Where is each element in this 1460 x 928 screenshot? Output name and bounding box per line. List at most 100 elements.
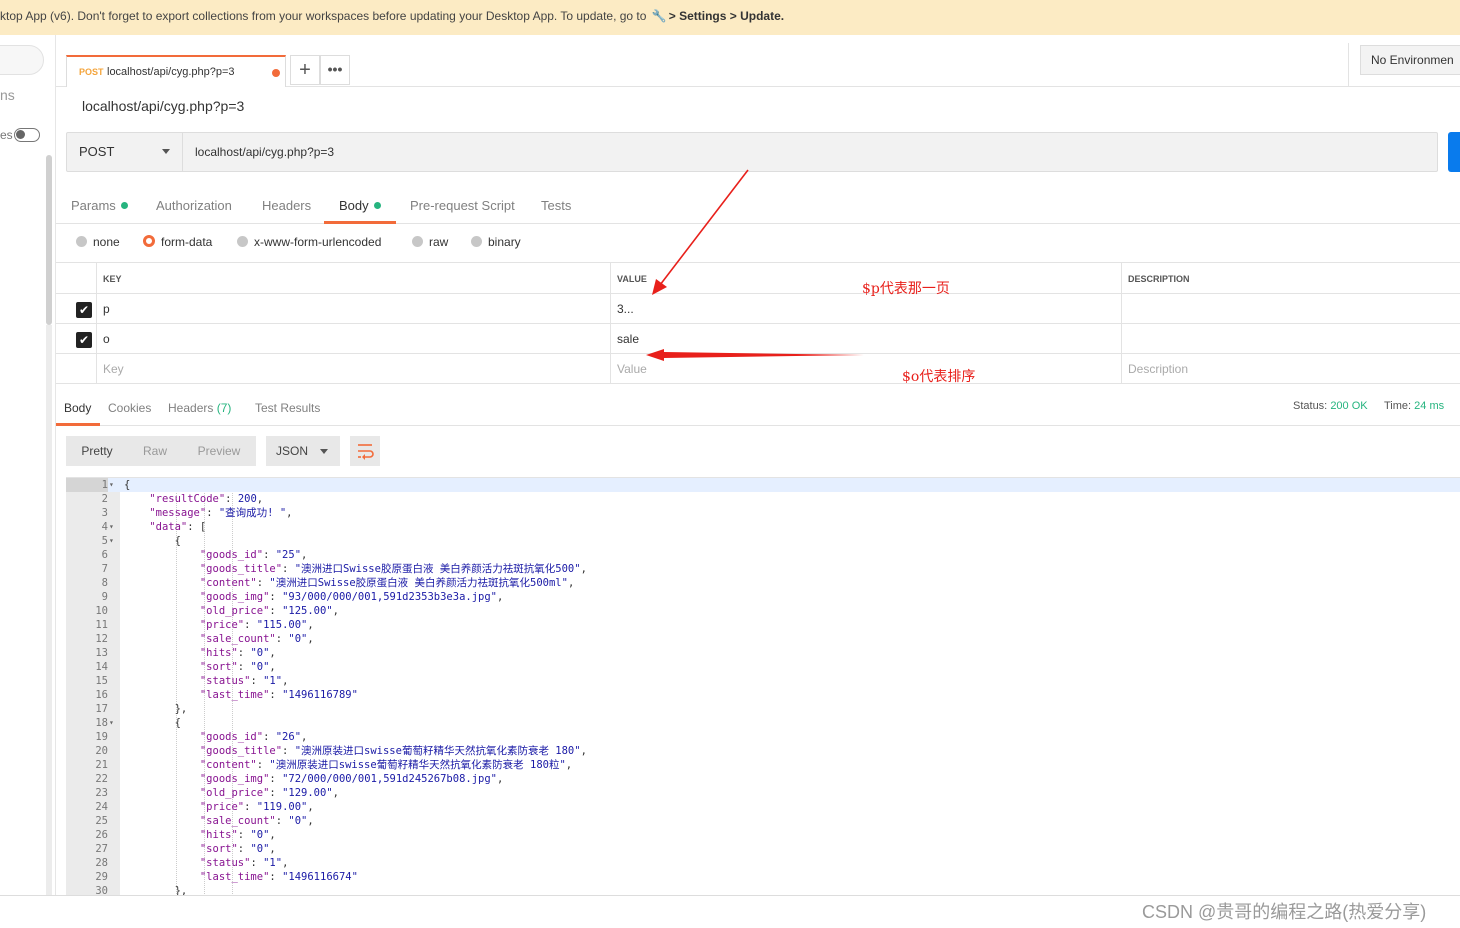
code-line: 5 ▾ { [66,534,1460,548]
table-new-row: Key Value Description [56,354,1460,384]
view-preview-button[interactable]: Preview [182,436,256,466]
fold-toggle-icon[interactable]: ▾ [109,534,114,548]
code-text: "hits": "0", [199,647,276,659]
row-key[interactable]: o [96,324,610,354]
code-line: 23 "old_price": "129.00", [66,786,1460,800]
line-number: 2 [101,493,108,505]
method-select[interactable]: POST [67,133,183,171]
active-response-tab-indicator [56,423,100,426]
code-text: "goods_title": "澳洲原装进口swisse葡萄籽精华天然抗氧化素防… [199,745,587,757]
code-text: "sort": "0", [199,843,276,855]
code-text: { [124,717,181,729]
response-tabs: Body Cookies Headers (7) Test Results St… [56,390,1460,426]
code-text: "price": "115.00", [199,619,314,631]
code-text: "data": [ [149,521,207,533]
tab-pre-request-script[interactable]: Pre-request Script [410,198,515,213]
radio-circle-icon [412,236,423,247]
wrench-icon: 🔧 [651,9,667,23]
code-text: "message": "查询成功! ", [149,507,293,519]
request-tabs: Params Authorization Headers Body Pre-re… [56,188,1460,224]
code-text: "content": "澳洲进口Swisse胶原蛋白液 美白养颜活力祛斑抗氧化5… [199,577,575,589]
key-input[interactable]: Key [96,354,610,384]
headers-count: (7) [216,401,232,415]
column-header-key: KEY [96,263,610,295]
code-text: "old_price": "129.00", [199,787,339,799]
fold-toggle-icon[interactable]: ▾ [109,478,114,492]
request-tab[interactable]: POST localhost/api/cyg.php?p=3 [66,55,286,87]
code-text: "last_time": "1496116674" [199,871,358,883]
tab-body[interactable]: Body [339,198,381,213]
response-status[interactable]: Status: 200 OK [1293,400,1368,412]
view-raw-button[interactable]: Raw [128,436,182,466]
sidebar-scrollbar[interactable] [46,155,52,325]
line-number: 11 [95,619,108,631]
view-pretty-button[interactable]: Pretty [66,436,128,466]
row-description[interactable] [1121,294,1460,324]
unsaved-dot-icon [272,69,280,77]
line-number: 3 [101,507,108,519]
chevron-down-icon [320,449,328,454]
row-key[interactable]: p [96,294,610,324]
row-description[interactable] [1121,324,1460,354]
radio-form-data[interactable]: form-data [143,235,212,249]
line-number: 4 [101,521,108,533]
code-line: 27 "sort": "0", [66,842,1460,856]
tab-tests[interactable]: Tests [541,198,571,213]
radio-none[interactable]: none [76,235,120,249]
row-checkbox[interactable]: ✔ [76,332,92,348]
response-code-viewer[interactable]: 1 ▾{2 "resultCode": 200, 3 "message": "查询成… [66,477,1460,895]
environment-select[interactable]: No Environmen [1360,45,1460,75]
tab-headers[interactable]: Headers [262,198,311,213]
code-line: 18 ▾ { [66,716,1460,730]
code-text: "last_time": "1496116789" [199,689,358,701]
response-time[interactable]: Time: 24 ms [1384,400,1444,412]
description-input[interactable]: Description [1121,354,1460,384]
code-text: }, [124,885,188,895]
code-text: "price": "119.00", [199,801,314,813]
radio-x-www-form-urlencoded[interactable]: x-www-form-urlencoded [237,235,381,249]
watermark: CSDN @贵哥的编程之路(热爱分享) [1142,902,1427,922]
code-line: 7 "goods_title": "澳洲进口Swisse胶原蛋白液 美白养颜活力… [66,562,1460,576]
code-line: 14 "sort": "0", [66,660,1460,674]
table-row: ✔ o sale [56,324,1460,354]
tab-authorization[interactable]: Authorization [156,198,232,213]
code-line: 25 "sale_count": "0", [66,814,1460,828]
new-tab-button[interactable]: + [290,55,320,85]
format-label: JSON [276,444,309,458]
sidebar-search-pill[interactable] [0,45,44,75]
format-select[interactable]: JSON [266,436,340,466]
body-type-options: none form-data x-www-form-urlencoded raw… [56,224,1460,262]
response-tab-headers[interactable]: Headers (7) [168,401,231,415]
code-text: "sale_count": "0", [199,633,314,645]
code-line: 3 "message": "查询成功! ", [66,506,1460,520]
value-input[interactable]: Value [610,354,1121,384]
response-tab-body[interactable]: Body [64,401,91,415]
response-tab-cookies[interactable]: Cookies [108,401,151,415]
code-line: 28 "status": "1", [66,856,1460,870]
code-line: 10 "old_price": "125.00", [66,604,1460,618]
line-number: 24 [95,801,108,813]
tab-method: POST [79,67,104,77]
code-text: "sale_count": "0", [199,815,314,827]
url-input[interactable]: localhost/api/cyg.php?p=3 [195,133,334,171]
code-text: "content": "澳洲原装进口swisse葡萄籽精华天然抗氧化素防衰老 1… [199,759,573,771]
row-value[interactable]: sale [610,324,1121,354]
sidebar-toggle[interactable] [14,128,40,142]
response-tab-test-results[interactable]: Test Results [255,401,320,415]
radio-raw[interactable]: raw [412,235,448,249]
request-title[interactable]: localhost/api/cyg.php?p=3 [82,98,244,114]
more-tabs-icon[interactable]: ••• [320,55,350,85]
radio-label: form-data [161,235,213,249]
wrap-lines-button[interactable] [350,436,380,466]
fold-toggle-icon[interactable]: ▾ [109,520,114,534]
radio-binary[interactable]: binary [471,235,521,249]
row-checkbox[interactable]: ✔ [76,302,92,318]
code-line: 30 }, [66,884,1460,895]
row-value[interactable]: 3... [610,294,1121,324]
code-line: 4 ▾ "data": [ [66,520,1460,534]
send-button[interactable] [1448,132,1460,172]
fold-toggle-icon[interactable]: ▾ [109,716,114,730]
tab-params[interactable]: Params [71,198,128,213]
line-number: 14 [95,661,108,673]
line-number: 27 [95,843,108,855]
